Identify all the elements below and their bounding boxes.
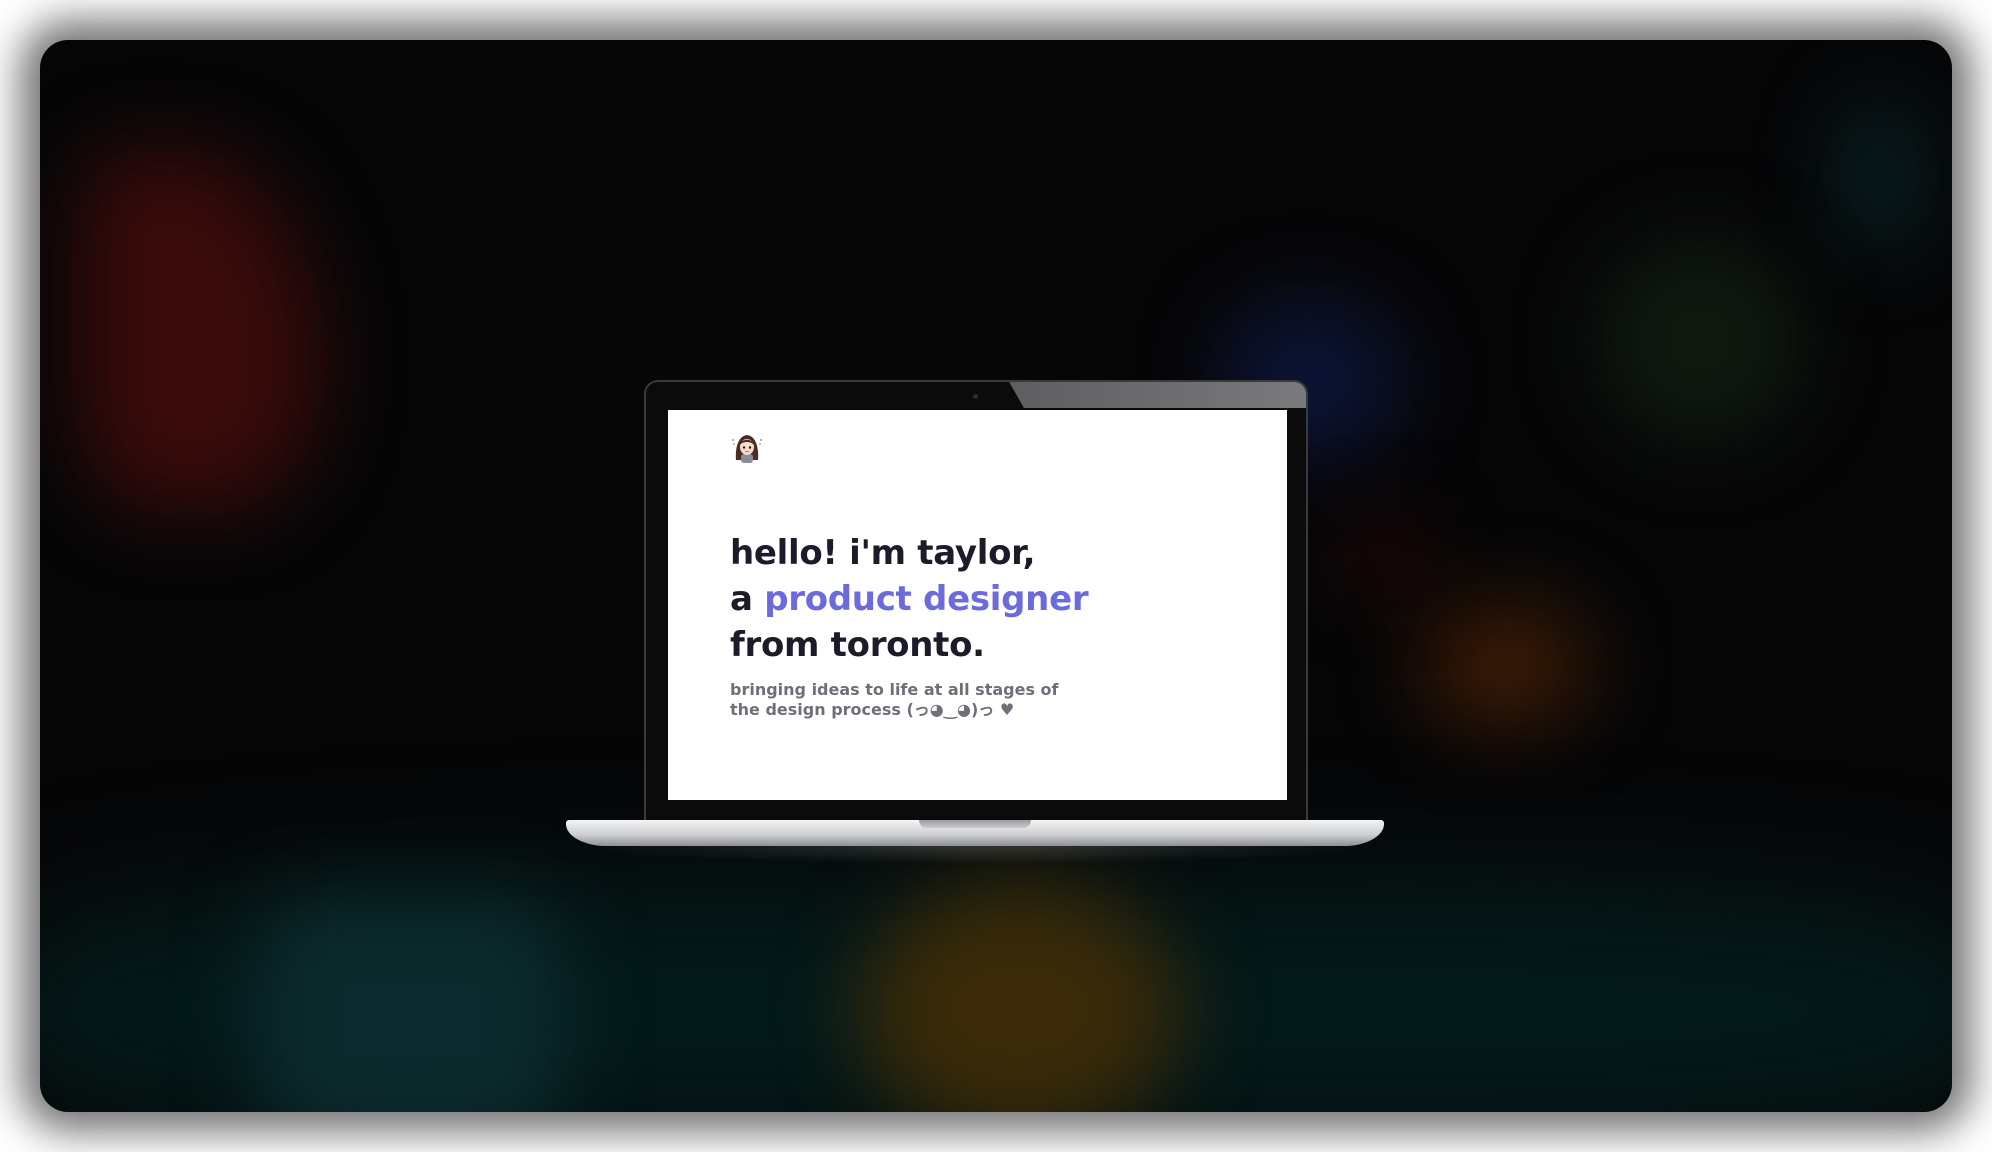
girl-avatar-icon: [732, 435, 762, 463]
laptop-base: [566, 820, 1384, 846]
bg-blur-shape: [80, 150, 320, 510]
bg-blur-shape: [1600, 240, 1800, 440]
laptop-mockup: hello! i'm taylor, a product designer fr…: [566, 380, 1384, 870]
avatar[interactable]: [730, 430, 764, 464]
headline-highlight: product designer: [764, 579, 1089, 619]
bg-blur-shape: [1840, 100, 1920, 250]
lid-glare: [1008, 382, 1306, 408]
bg-blur-shape: [1420, 600, 1590, 730]
headline-line-1: hello! i'm taylor,: [730, 533, 1036, 573]
headline-line-2-prefix: a: [730, 579, 765, 619]
hero-subtitle: bringing ideas to life at all stages of …: [730, 680, 1059, 719]
headline-line-3: from toronto.: [730, 625, 985, 665]
webcam-icon: [973, 394, 978, 399]
laptop-screen: hello! i'm taylor, a product designer fr…: [668, 410, 1287, 800]
hero-headline: hello! i'm taylor, a product designer fr…: [730, 530, 1089, 668]
bg-blur-shape: [260, 900, 560, 1112]
laptop-lid: hello! i'm taylor, a product designer fr…: [644, 380, 1308, 820]
laptop-opening-notch: [919, 820, 1031, 828]
laptop-shadow: [576, 846, 1374, 864]
